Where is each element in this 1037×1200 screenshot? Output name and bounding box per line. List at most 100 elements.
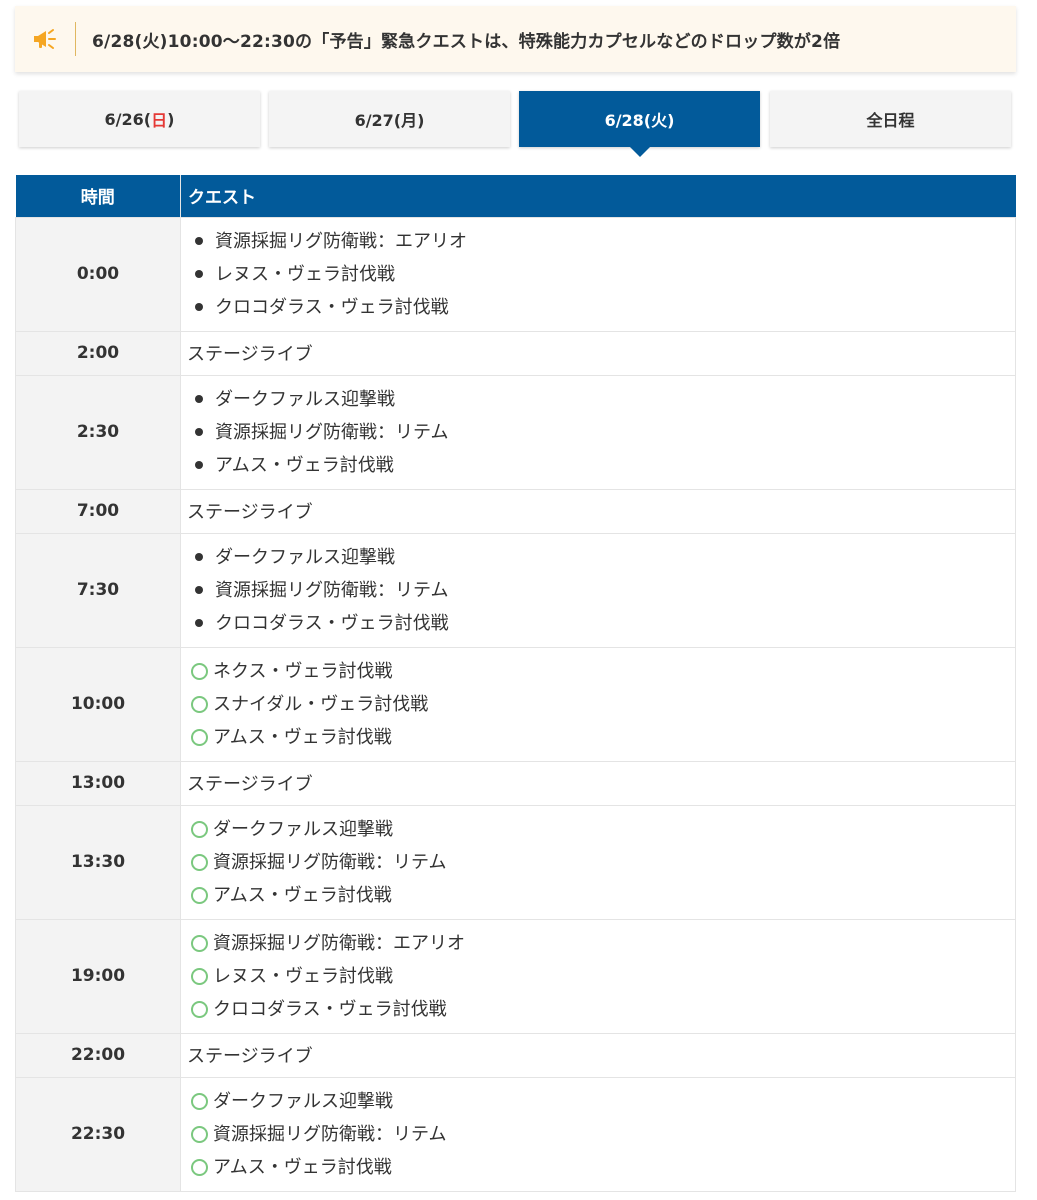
circle-bullet-icon bbox=[191, 967, 208, 985]
tab-label-sunday: 日 bbox=[151, 111, 168, 130]
quest-name: アムス・ヴェラ討伐戦 bbox=[215, 454, 394, 476]
list-item: スナイダル・ヴェラ討伐戦 bbox=[187, 688, 1009, 721]
time-cell: 7:00 bbox=[15, 488, 181, 534]
tab-label: 6/28(火) bbox=[604, 111, 675, 130]
tab-6-26[interactable]: 6/26(日) bbox=[19, 91, 260, 147]
quest-name: 資源採掘リグ防衛戦：エアリオ bbox=[215, 230, 467, 252]
dot-bullet-icon bbox=[195, 461, 203, 469]
quest-list: ダークファルス迎撃戦資源採掘リグ防衛戦：リテム クロコダラス・ヴェラ討伐戦 bbox=[187, 541, 1009, 640]
list-item: アムス・ヴェラ討伐戦 bbox=[187, 1151, 1009, 1184]
quest-list: ダークファルス迎撃戦 資源採掘リグ防衛戦：リテム アムス・ヴェラ討伐戦 bbox=[187, 813, 1009, 912]
list-item: アムス・ヴェラ討伐戦 bbox=[187, 449, 1009, 482]
dot-bullet-icon bbox=[195, 428, 203, 436]
quest-name: 資源採掘リグ防衛戦：リテム bbox=[215, 579, 449, 601]
notice-banner: 6/28(火)10:00～22:30の「予告」緊急クエストは、特殊能力カプセルな… bbox=[15, 6, 1016, 72]
time-cell: 13:00 bbox=[15, 760, 181, 806]
dot-bullet-icon bbox=[195, 586, 203, 594]
quest-cell: ダークファルス迎撃戦資源採掘リグ防衛戦：リテム アムス・ヴェラ討伐戦 bbox=[180, 1076, 1016, 1192]
schedule-body: 0:00 資源採掘リグ防衛戦：エアリオ レヌス・ヴェラ討伐戦 クロコダラス・ヴェラ討伐… bbox=[15, 216, 1016, 1192]
circle-bullet-icon bbox=[191, 1092, 208, 1110]
circle-bullet-icon bbox=[191, 728, 208, 746]
quest-list: 資源採掘リグ防衛戦：エアリオレヌス・ヴェラ討伐戦 クロコダラス・ヴェラ討伐戦 bbox=[187, 927, 1009, 1026]
circle-bullet-icon bbox=[191, 886, 208, 904]
circle-bullet-icon bbox=[191, 853, 208, 871]
list-item: 資源採掘リグ防衛戦：リテム bbox=[187, 1118, 1009, 1151]
list-item: クロコダラス・ヴェラ討伐戦 bbox=[187, 291, 1009, 324]
table-row: 22:00 ステージライブ bbox=[15, 1032, 1016, 1078]
quest-cell: ステージライブ bbox=[180, 488, 1016, 534]
megaphone-icon bbox=[15, 15, 75, 63]
circle-bullet-icon bbox=[191, 934, 208, 952]
header-time: 時間 bbox=[15, 175, 181, 217]
list-item: クロコダラス・ヴェラ討伐戦 bbox=[187, 993, 1009, 1026]
table-header-row: 時間 クエスト bbox=[15, 175, 1016, 217]
tab-label: 6/27(月) bbox=[354, 111, 425, 130]
quest-cell: ネクス・ヴェラ討伐戦 スナイダル・ヴェラ討伐戦 アムス・ヴェラ討伐戦 bbox=[180, 646, 1016, 762]
quest-list: ダークファルス迎撃戦資源採掘リグ防衛戦：リテム アムス・ヴェラ討伐戦 bbox=[187, 1085, 1009, 1184]
list-item: ダークファルス迎撃戦 bbox=[187, 541, 1009, 574]
schedule-table: 時間 クエスト 0:00 資源採掘リグ防衛戦：エアリオ レヌス・ヴェラ討伐戦 クロコダ… bbox=[15, 175, 1016, 1192]
quest-name: クロコダラス・ヴェラ討伐戦 bbox=[215, 612, 449, 634]
quest-cell: 資源採掘リグ防衛戦：エアリオレヌス・ヴェラ討伐戦 クロコダラス・ヴェラ討伐戦 bbox=[180, 918, 1016, 1034]
tab-label: 全日程 bbox=[866, 111, 915, 130]
event-name: ステージライブ bbox=[187, 502, 313, 523]
table-row: 19:00 資源採掘リグ防衛戦：エアリオ レヌス・ヴェラ討伐戦 クロコダラス・ヴェラ討… bbox=[15, 918, 1016, 1034]
table-row: 7:00 ステージライブ bbox=[15, 488, 1016, 534]
quest-name: 資源採掘リグ防衛戦：エアリオ bbox=[213, 932, 465, 954]
quest-name: ダークファルス迎撃戦 bbox=[213, 1090, 393, 1112]
circle-bullet-icon bbox=[191, 1125, 208, 1143]
table-row: 22:30 ダークファルス迎撃戦 資源採掘リグ防衛戦：リテム アムス・ヴェラ討伐戦 bbox=[15, 1076, 1016, 1192]
quest-cell: ステージライブ bbox=[180, 1032, 1016, 1078]
list-item: 資源採掘リグ防衛戦：リテム bbox=[187, 416, 1009, 449]
dot-bullet-icon bbox=[195, 395, 203, 403]
quest-name: 資源採掘リグ防衛戦：リテム bbox=[213, 851, 447, 873]
list-item: 資源採掘リグ防衛戦：エアリオ bbox=[187, 927, 1009, 960]
event-name: ステージライブ bbox=[187, 774, 313, 795]
list-item: 資源採掘リグ防衛戦：エアリオ bbox=[187, 225, 1009, 258]
list-item: 資源採掘リグ防衛戦：リテム bbox=[187, 574, 1009, 607]
notice-text: 6/28(火)10:00～22:30の「予告」緊急クエストは、特殊能力カプセルな… bbox=[92, 31, 841, 52]
quest-name: レヌス・ヴェラ討伐戦 bbox=[215, 263, 395, 285]
circle-bullet-icon bbox=[191, 1000, 208, 1018]
date-tabs: 6/26(日) 6/27(月) 6/28(火) 全日程 bbox=[19, 91, 1012, 157]
tab-6-28[interactable]: 6/28(火) bbox=[519, 91, 760, 157]
tab-6-27[interactable]: 6/27(月) bbox=[269, 91, 510, 147]
quest-name: アムス・ヴェラ討伐戦 bbox=[213, 884, 392, 906]
quest-name: 資源採掘リグ防衛戦：リテム bbox=[213, 1123, 447, 1145]
quest-cell: ダークファルス迎撃戦 資源採掘リグ防衛戦：リテム アムス・ヴェラ討伐戦 bbox=[180, 804, 1016, 920]
table-row: 0:00 資源採掘リグ防衛戦：エアリオ レヌス・ヴェラ討伐戦 クロコダラス・ヴェラ討伐… bbox=[15, 216, 1016, 332]
header-quest: クエスト bbox=[180, 175, 1016, 217]
time-cell: 2:00 bbox=[15, 330, 181, 376]
time-cell: 19:00 bbox=[15, 918, 181, 1034]
list-item: ダークファルス迎撃戦 bbox=[187, 1085, 1009, 1118]
table-row: 13:00 ステージライブ bbox=[15, 760, 1016, 806]
table-row: 2:00 ステージライブ bbox=[15, 330, 1016, 376]
quest-cell: 資源採掘リグ防衛戦：エアリオ レヌス・ヴェラ討伐戦クロコダラス・ヴェラ討伐戦 bbox=[180, 216, 1016, 332]
time-cell: 0:00 bbox=[15, 216, 181, 332]
list-item: レヌス・ヴェラ討伐戦 bbox=[187, 960, 1009, 993]
circle-bullet-icon bbox=[191, 662, 208, 680]
circle-bullet-icon bbox=[191, 820, 208, 838]
tab-all-schedule[interactable]: 全日程 bbox=[770, 91, 1011, 147]
quest-name: ダークファルス迎撃戦 bbox=[215, 546, 395, 568]
quest-cell: ダークファルス迎撃戦 資源採掘リグ防衛戦：リテムアムス・ヴェラ討伐戦 bbox=[180, 374, 1016, 490]
table-row: 7:30 ダークファルス迎撃戦 資源採掘リグ防衛戦：リテム クロコダラス・ヴェラ討伐戦 bbox=[15, 532, 1016, 648]
list-item: ダークファルス迎撃戦 bbox=[187, 383, 1009, 416]
tab-label-suffix: ) bbox=[167, 109, 175, 129]
quest-name: スナイダル・ヴェラ討伐戦 bbox=[213, 693, 429, 715]
time-cell: 13:30 bbox=[15, 804, 181, 920]
tab-label: 6/26( bbox=[104, 109, 152, 129]
time-cell: 22:00 bbox=[15, 1032, 181, 1078]
dot-bullet-icon bbox=[195, 270, 203, 278]
list-item: ネクス・ヴェラ討伐戦 bbox=[187, 655, 1009, 688]
table-row: 2:30 ダークファルス迎撃戦 資源採掘リグ防衛戦：リテム アムス・ヴェラ討伐戦 bbox=[15, 374, 1016, 490]
dot-bullet-icon bbox=[195, 553, 203, 561]
list-item: アムス・ヴェラ討伐戦 bbox=[187, 879, 1009, 912]
quest-name: ネクス・ヴェラ討伐戦 bbox=[213, 660, 393, 682]
list-item: クロコダラス・ヴェラ討伐戦 bbox=[187, 607, 1009, 640]
dot-bullet-icon bbox=[195, 303, 203, 311]
quest-cell: ステージライブ bbox=[180, 760, 1016, 806]
quest-name: アムス・ヴェラ討伐戦 bbox=[213, 1156, 392, 1178]
time-cell: 10:00 bbox=[15, 646, 181, 762]
event-name: ステージライブ bbox=[187, 1046, 313, 1067]
